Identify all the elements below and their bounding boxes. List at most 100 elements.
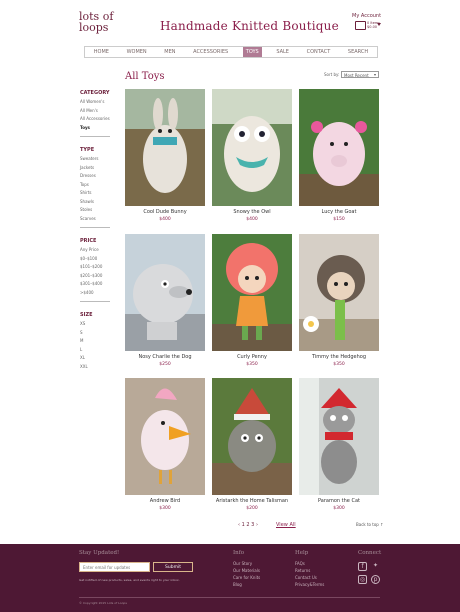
product-card[interactable]: Curly Penny $350 xyxy=(212,234,292,367)
nav-home[interactable]: HOME xyxy=(91,47,112,57)
pagination-prev[interactable]: ‹ xyxy=(238,522,240,528)
chevron-down-icon[interactable] xyxy=(377,23,381,26)
product-photo-dog[interactable] xyxy=(125,234,205,351)
shopping-bag-icon[interactable] xyxy=(355,21,366,30)
logo[interactable]: lots of loops xyxy=(79,10,127,34)
pagination-page[interactable]: 1 xyxy=(242,522,245,528)
nav-women[interactable]: WOMEN xyxy=(124,47,150,57)
product-photo-hedgehog[interactable] xyxy=(299,234,379,351)
pagination-next[interactable]: › xyxy=(256,522,258,528)
product-card[interactable]: Andrew Bird $300 xyxy=(125,378,205,511)
chevron-down-icon xyxy=(374,74,376,76)
newsletter-submit-button[interactable]: Submit xyxy=(153,562,193,572)
filter-item[interactable]: All Accessories xyxy=(80,115,112,124)
nav-toys[interactable]: TOYS xyxy=(242,47,262,57)
product-name[interactable]: Nosy Charlie the Dog xyxy=(115,354,215,360)
product-card[interactable]: Cool Dude Bunny $400 xyxy=(125,89,205,222)
product-name[interactable]: Cool Dude Bunny xyxy=(115,209,215,215)
product-photo-owl[interactable] xyxy=(212,89,292,206)
footer-link[interactable]: Care for Knits xyxy=(233,574,260,581)
footer-newsletter-heading: Stay Updated! xyxy=(79,550,120,556)
filter-item[interactable]: $101–$200 xyxy=(80,263,112,272)
filter-item[interactable]: XXL xyxy=(80,363,112,372)
footer-link[interactable]: Blog xyxy=(233,581,260,588)
filter-item[interactable]: Any Price xyxy=(80,246,112,255)
product-card[interactable]: Paramon the Cat $300 xyxy=(299,378,379,511)
email-placeholder: Enter email for updates xyxy=(83,565,131,570)
newsletter-note: Get notified of new products, sales, and… xyxy=(79,578,180,582)
filter-heading-type: TYPE xyxy=(80,147,95,153)
footer-help-heading: Help xyxy=(295,550,309,556)
facebook-icon[interactable]: f xyxy=(358,562,367,571)
product-photo-talisman[interactable] xyxy=(212,378,292,495)
my-account-link[interactable]: My Account xyxy=(352,13,381,19)
product-name[interactable]: Snowy the Owl xyxy=(202,209,302,215)
view-all-link[interactable]: View All xyxy=(276,522,296,528)
nav-men[interactable]: MEN xyxy=(161,47,178,57)
nav-accessories[interactable]: ACCESSORIES xyxy=(190,47,231,57)
pagination: ‹ 1 2 3 › xyxy=(238,522,258,528)
filter-item[interactable]: S xyxy=(80,329,112,338)
instagram-icon[interactable]: ◎ xyxy=(358,575,367,584)
product-price: $300 xyxy=(333,506,345,511)
product-photo-bunny[interactable] xyxy=(125,89,205,206)
product-name[interactable]: Curly Penny xyxy=(202,354,302,360)
footer-link[interactable]: Our Materials xyxy=(233,567,260,574)
nav-sale[interactable]: SALE xyxy=(273,47,292,57)
nav-search[interactable]: SEARCH xyxy=(345,47,371,57)
filter-item[interactable]: XL xyxy=(80,354,112,363)
filter-item[interactable]: All Women's xyxy=(80,98,112,107)
sort-select[interactable]: Most Recent xyxy=(341,71,379,78)
filter-item-active[interactable]: Toys xyxy=(80,124,112,133)
filter-item[interactable]: M xyxy=(80,337,112,346)
footer-link[interactable]: Our Story xyxy=(233,560,260,567)
product-name[interactable]: Lucy the Goat xyxy=(289,209,389,215)
product-name[interactable]: Paramon the Cat xyxy=(289,498,389,504)
footer-link[interactable]: Privacy&Terms xyxy=(295,581,324,588)
filter-item[interactable]: L xyxy=(80,346,112,355)
filter-item[interactable]: All Men's xyxy=(80,107,112,116)
product-card[interactable]: Aristarkh the Home Talisman $200 xyxy=(212,378,292,511)
filter-item[interactable]: Shawls xyxy=(80,198,112,207)
filter-item[interactable]: Sweaters xyxy=(80,155,112,164)
product-card[interactable]: Lucy the Goat $150 xyxy=(299,89,379,222)
filter-item[interactable]: Dresses xyxy=(80,172,112,181)
main-nav: HOME WOMEN MEN ACCESSORIES TOYS SALE CON… xyxy=(84,46,378,58)
product-name[interactable]: Andrew Bird xyxy=(115,498,215,504)
pagination-page[interactable]: 3 xyxy=(251,522,254,528)
product-name[interactable]: Aristarkh the Home Talisman xyxy=(202,498,302,504)
back-to-top-link[interactable]: Back to top ↑ xyxy=(356,522,383,527)
footer-info-heading: Info xyxy=(233,550,245,556)
filter-item[interactable]: Tops xyxy=(80,181,112,190)
filter-item[interactable]: $201–$300 xyxy=(80,272,112,281)
product-card[interactable]: Nosy Charlie the Dog $250 xyxy=(125,234,205,367)
filter-item[interactable]: Scarves xyxy=(80,215,112,224)
divider xyxy=(80,301,110,302)
product-price: $400 xyxy=(246,217,258,222)
product-price: $300 xyxy=(159,506,171,511)
filter-item[interactable]: Shirts xyxy=(80,189,112,198)
pagination-page[interactable]: 2 xyxy=(246,522,249,528)
footer-help-links: FAQs Returns Contact Us Privacy&Terms xyxy=(295,560,324,588)
product-card[interactable]: Snowy the Owl $400 xyxy=(212,89,292,222)
product-photo-doll[interactable] xyxy=(212,234,292,351)
product-photo-bird[interactable] xyxy=(125,378,205,495)
footer-link[interactable]: FAQs xyxy=(295,560,324,567)
product-photo-goat[interactable] xyxy=(299,89,379,206)
footer-link[interactable]: Contact Us xyxy=(295,574,324,581)
product-card[interactable]: Timmy the Hedgehog $350 xyxy=(299,234,379,367)
filter-heading-price: PRICE xyxy=(80,238,97,244)
filter-item[interactable]: >$400 xyxy=(80,289,112,298)
filter-item[interactable]: Jackets xyxy=(80,164,112,173)
pinterest-icon[interactable]: p xyxy=(371,575,380,584)
product-name[interactable]: Timmy the Hedgehog xyxy=(289,354,389,360)
filter-item[interactable]: XS xyxy=(80,320,112,329)
filter-item[interactable]: $301–$400 xyxy=(80,280,112,289)
newsletter-email-input[interactable]: Enter email for updates xyxy=(79,562,150,572)
nav-contact[interactable]: CONTACT xyxy=(304,47,334,57)
filter-item[interactable]: Stoles xyxy=(80,206,112,215)
filter-item[interactable]: $0–$100 xyxy=(80,255,112,264)
footer-link[interactable]: Returns xyxy=(295,567,324,574)
twitter-icon[interactable]: ✦ xyxy=(371,562,380,571)
product-photo-cat[interactable] xyxy=(299,378,379,495)
